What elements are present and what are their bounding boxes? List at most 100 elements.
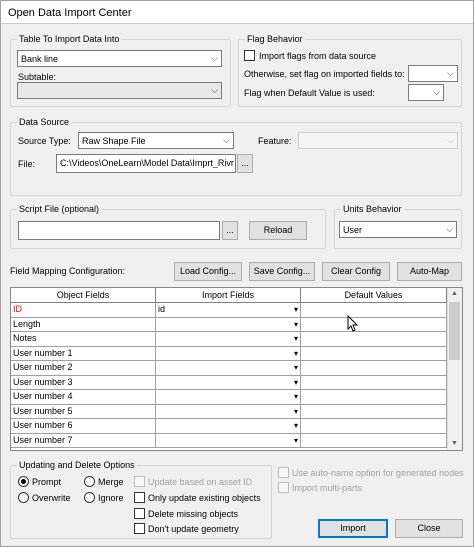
prompt-radio[interactable] [18,476,29,487]
only-update-existing-label: Only update existing objects [148,493,261,503]
import-field-cell[interactable]: ▾ [156,390,301,405]
default-value-cell[interactable] [301,390,447,405]
cell-dropdown-icon[interactable]: ▾ [294,332,298,345]
default-flag-select[interactable]: ⌵ [408,84,444,101]
object-field-cell: Notes [11,332,156,347]
feature-label: Feature: [258,136,292,146]
merge-radio[interactable] [84,476,95,487]
import-field-cell[interactable]: ▾ [156,346,301,361]
chevron-down-icon: ⌵ [223,135,230,145]
update-asset-id-label: Update based on asset ID [148,477,253,487]
default-value-cell[interactable] [301,303,447,318]
default-value-cell[interactable] [301,317,447,332]
import-field-cell[interactable]: ▾ [156,404,301,419]
file-path-value: C:\Videos\OneLearn\Model Data\Imprt_Rivr… [60,158,234,168]
mouse-pointer-icon [347,315,358,332]
default-value-cell[interactable] [301,346,447,361]
chevron-down-icon: ⌵ [447,135,454,145]
chevron-down-icon: ⌵ [446,224,453,234]
otherwise-flag-select[interactable]: ⌵ [408,65,458,82]
ignore-radio[interactable] [84,492,95,503]
source-type-select[interactable]: Raw Shape File ⌵ [78,132,234,149]
update-asset-id-checkbox[interactable] [134,476,145,487]
table-select-value: Bank line [21,54,59,64]
import-button[interactable]: Import [318,519,388,538]
load-config-button[interactable]: Load Config... [174,262,242,281]
import-field-cell[interactable]: ▾ [156,375,301,390]
object-field-cell: User number 5 [11,404,156,419]
units-select-value: User [343,225,363,235]
chevron-down-icon: ⌵ [447,68,454,78]
chevron-down-icon: ⌵ [433,87,440,97]
feature-select[interactable]: ⌵ [298,132,458,149]
otherwise-flag-label: Otherwise, set flag on imported fields t… [244,69,405,79]
object-field-cell: User number 6 [11,419,156,434]
cell-dropdown-icon[interactable]: ▾ [294,347,298,360]
object-field-cell-text: User number 2 [13,362,73,372]
default-value-cell[interactable] [301,361,447,376]
default-value-cell[interactable] [301,404,447,419]
default-value-cell[interactable] [301,419,447,434]
table-select[interactable]: Bank line ⌵ [17,50,222,67]
dont-update-geometry-label: Don't update geometry [148,524,239,534]
cell-dropdown-icon[interactable]: ▾ [294,434,298,447]
units-group-title: Units Behavior [341,204,404,214]
import-field-cell[interactable]: ▾ [156,419,301,434]
import-fields-header[interactable]: Import Fields [156,288,301,303]
only-update-existing-checkbox[interactable] [134,492,145,503]
cell-dropdown-icon[interactable]: ▾ [294,390,298,403]
data-source-title: Data Source [17,117,72,127]
cell-dropdown-icon[interactable]: ▾ [294,419,298,432]
import-field-cell[interactable]: ▾ [156,433,301,448]
units-select[interactable]: User ⌵ [339,221,457,238]
object-field-cell-text: ID [13,304,22,314]
scroll-thumb[interactable] [449,302,460,360]
script-browse-button[interactable]: ... [222,221,238,240]
file-browse-button[interactable]: ... [237,154,253,173]
import-field-cell-text: id [158,304,166,314]
auto-name-checkbox[interactable] [278,467,289,478]
save-config-button[interactable]: Save Config... [249,262,315,281]
cell-dropdown-icon[interactable]: ▾ [294,405,298,418]
close-button[interactable]: Close [395,519,463,538]
scroll-up-icon[interactable]: ▲ [449,290,460,297]
import-field-cell[interactable]: ▾ [156,361,301,376]
script-file-input[interactable] [18,221,220,240]
object-field-cell: User number 4 [11,390,156,405]
object-field-cell: User number 7 [11,433,156,448]
reload-button[interactable]: Reload [249,221,307,240]
overwrite-label: Overwrite [32,493,71,503]
default-value-cell[interactable] [301,332,447,347]
delete-missing-checkbox[interactable] [134,508,145,519]
dont-update-geometry-checkbox[interactable] [134,523,145,534]
prompt-label: Prompt [32,477,62,487]
default-value-cell[interactable] [301,375,447,390]
import-field-cell[interactable]: id ▾ [156,303,301,318]
import-field-cell[interactable]: ▾ [156,332,301,347]
multi-parts-label: Import multi-parts [292,483,363,493]
multi-parts-checkbox[interactable] [278,482,289,493]
auto-map-button[interactable]: Auto-Map [397,262,462,281]
object-fields-header[interactable]: Object Fields [11,288,156,303]
cell-dropdown-icon[interactable]: ▾ [294,318,298,331]
object-field-cell-text: User number 4 [13,391,73,401]
clear-config-button[interactable]: Clear Config [322,262,390,281]
import-field-cell[interactable]: ▾ [156,317,301,332]
cell-dropdown-icon[interactable]: ▾ [294,361,298,374]
scroll-down-icon[interactable]: ▼ [449,440,460,447]
script-group-title: Script File (optional) [17,204,102,214]
file-path-input[interactable]: C:\Videos\OneLearn\Model Data\Imprt_Rivr… [56,154,236,173]
default-value-cell[interactable] [301,433,447,448]
cell-dropdown-icon[interactable]: ▾ [294,376,298,389]
update-options-title: Updating and Delete Options [17,460,137,470]
import-flags-checkbox[interactable] [244,50,255,61]
chevron-down-icon: ⌵ [211,85,218,95]
object-field-cell-text: Length [13,318,41,329]
overwrite-radio[interactable] [18,492,29,503]
default-values-header[interactable]: Default Values [301,288,447,303]
chevron-down-icon: ⌵ [211,53,218,63]
delete-missing-label: Delete missing objects [148,509,239,519]
cell-dropdown-icon[interactable]: ▾ [294,303,298,316]
subtable-select[interactable]: ⌵ [17,82,222,99]
object-field-cell-text: User number 7 [13,434,73,445]
